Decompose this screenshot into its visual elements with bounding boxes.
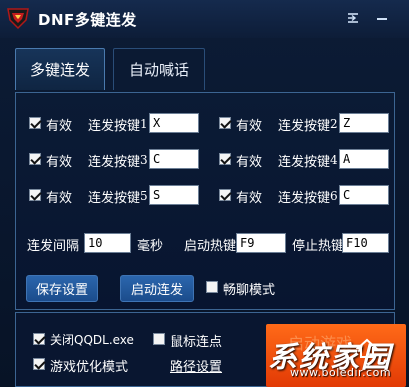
minimize-icon[interactable] bbox=[375, 11, 389, 25]
start-hotkey-input[interactable]: F9 bbox=[236, 233, 286, 253]
restore-icon[interactable] bbox=[346, 11, 360, 25]
watermark-house-icon bbox=[356, 338, 378, 358]
title-bar[interactable]: DNF多键连发 bbox=[0, 0, 409, 38]
key6-enabled-checkbox[interactable] bbox=[219, 189, 231, 201]
key2-label: 连发按键 bbox=[278, 119, 331, 134]
key4-index: 4 bbox=[330, 153, 338, 167]
key3-enabled-label: 有效 bbox=[46, 155, 73, 170]
start-hotkey-label: 启动热键 bbox=[184, 239, 237, 254]
key2-input[interactable]: Z bbox=[339, 113, 389, 133]
close-qqdl-label: 关闭QQDL.exe bbox=[50, 333, 134, 347]
stop-hotkey-label: 停止热键 bbox=[292, 239, 345, 254]
mouse-burst-checkbox[interactable] bbox=[153, 333, 165, 345]
dnf-logo-icon bbox=[7, 8, 29, 30]
key6-label: 连发按键 bbox=[278, 191, 331, 206]
key2-enabled-checkbox[interactable] bbox=[219, 117, 231, 129]
key1-label: 连发按键 bbox=[88, 119, 141, 134]
key6-enabled-label: 有效 bbox=[236, 191, 263, 206]
key1-index: 1 bbox=[140, 117, 148, 131]
key2-enabled-label: 有效 bbox=[236, 119, 263, 134]
key5-input[interactable]: S bbox=[149, 185, 199, 205]
close-qqdl-checkbox[interactable] bbox=[33, 333, 45, 345]
key4-label: 连发按键 bbox=[278, 155, 331, 170]
interval-label: 连发间隔 bbox=[27, 239, 80, 254]
app-window: DNF多键连发 多键连发 自动喊话 有效 连发按键 1 X 有效 连发按键 2 … bbox=[0, 0, 409, 387]
key3-label: 连发按键 bbox=[88, 155, 141, 170]
smooth-mode-checkbox[interactable] bbox=[206, 281, 218, 293]
key4-enabled-checkbox[interactable] bbox=[219, 153, 231, 165]
key1-enabled-label: 有效 bbox=[46, 119, 73, 134]
window-title: DNF多键连发 bbox=[38, 11, 137, 29]
key6-input[interactable]: C bbox=[339, 185, 389, 205]
game-optimize-label: 游戏优化模式 bbox=[50, 360, 129, 375]
key5-label: 连发按键 bbox=[88, 191, 141, 206]
tab-multi-key[interactable]: 多键连发 bbox=[15, 48, 105, 90]
tab-auto-shout[interactable]: 自动喊话 bbox=[113, 48, 205, 90]
path-settings-link[interactable]: 路径设置 bbox=[170, 356, 222, 375]
key2-index: 2 bbox=[330, 117, 338, 131]
smooth-mode-label: 畅聊模式 bbox=[223, 283, 276, 298]
save-settings-button[interactable]: 保存设置 bbox=[26, 275, 98, 302]
key3-enabled-checkbox[interactable] bbox=[29, 153, 41, 165]
key3-input[interactable]: C bbox=[149, 149, 199, 169]
key1-input[interactable]: X bbox=[149, 113, 199, 133]
game-optimize-checkbox[interactable] bbox=[33, 358, 45, 370]
mouse-burst-label: 鼠标连点 bbox=[170, 335, 223, 350]
tab-bar: 多键连发 自动喊话 bbox=[0, 38, 409, 93]
key4-input[interactable]: A bbox=[339, 149, 389, 169]
key6-index: 6 bbox=[330, 189, 338, 203]
key5-index: 5 bbox=[140, 189, 148, 203]
stop-hotkey-input[interactable]: F10 bbox=[342, 233, 389, 253]
key5-enabled-label: 有效 bbox=[46, 191, 73, 206]
start-burst-button[interactable]: 启动连发 bbox=[120, 275, 194, 302]
key4-enabled-label: 有效 bbox=[236, 155, 263, 170]
interval-input[interactable]: 10 bbox=[84, 233, 131, 253]
key1-enabled-checkbox[interactable] bbox=[29, 117, 41, 129]
watermark-url: www.boledir.com bbox=[290, 366, 392, 379]
key3-index: 3 bbox=[140, 153, 148, 167]
key5-enabled-checkbox[interactable] bbox=[29, 189, 41, 201]
interval-unit: 毫秒 bbox=[137, 239, 164, 254]
